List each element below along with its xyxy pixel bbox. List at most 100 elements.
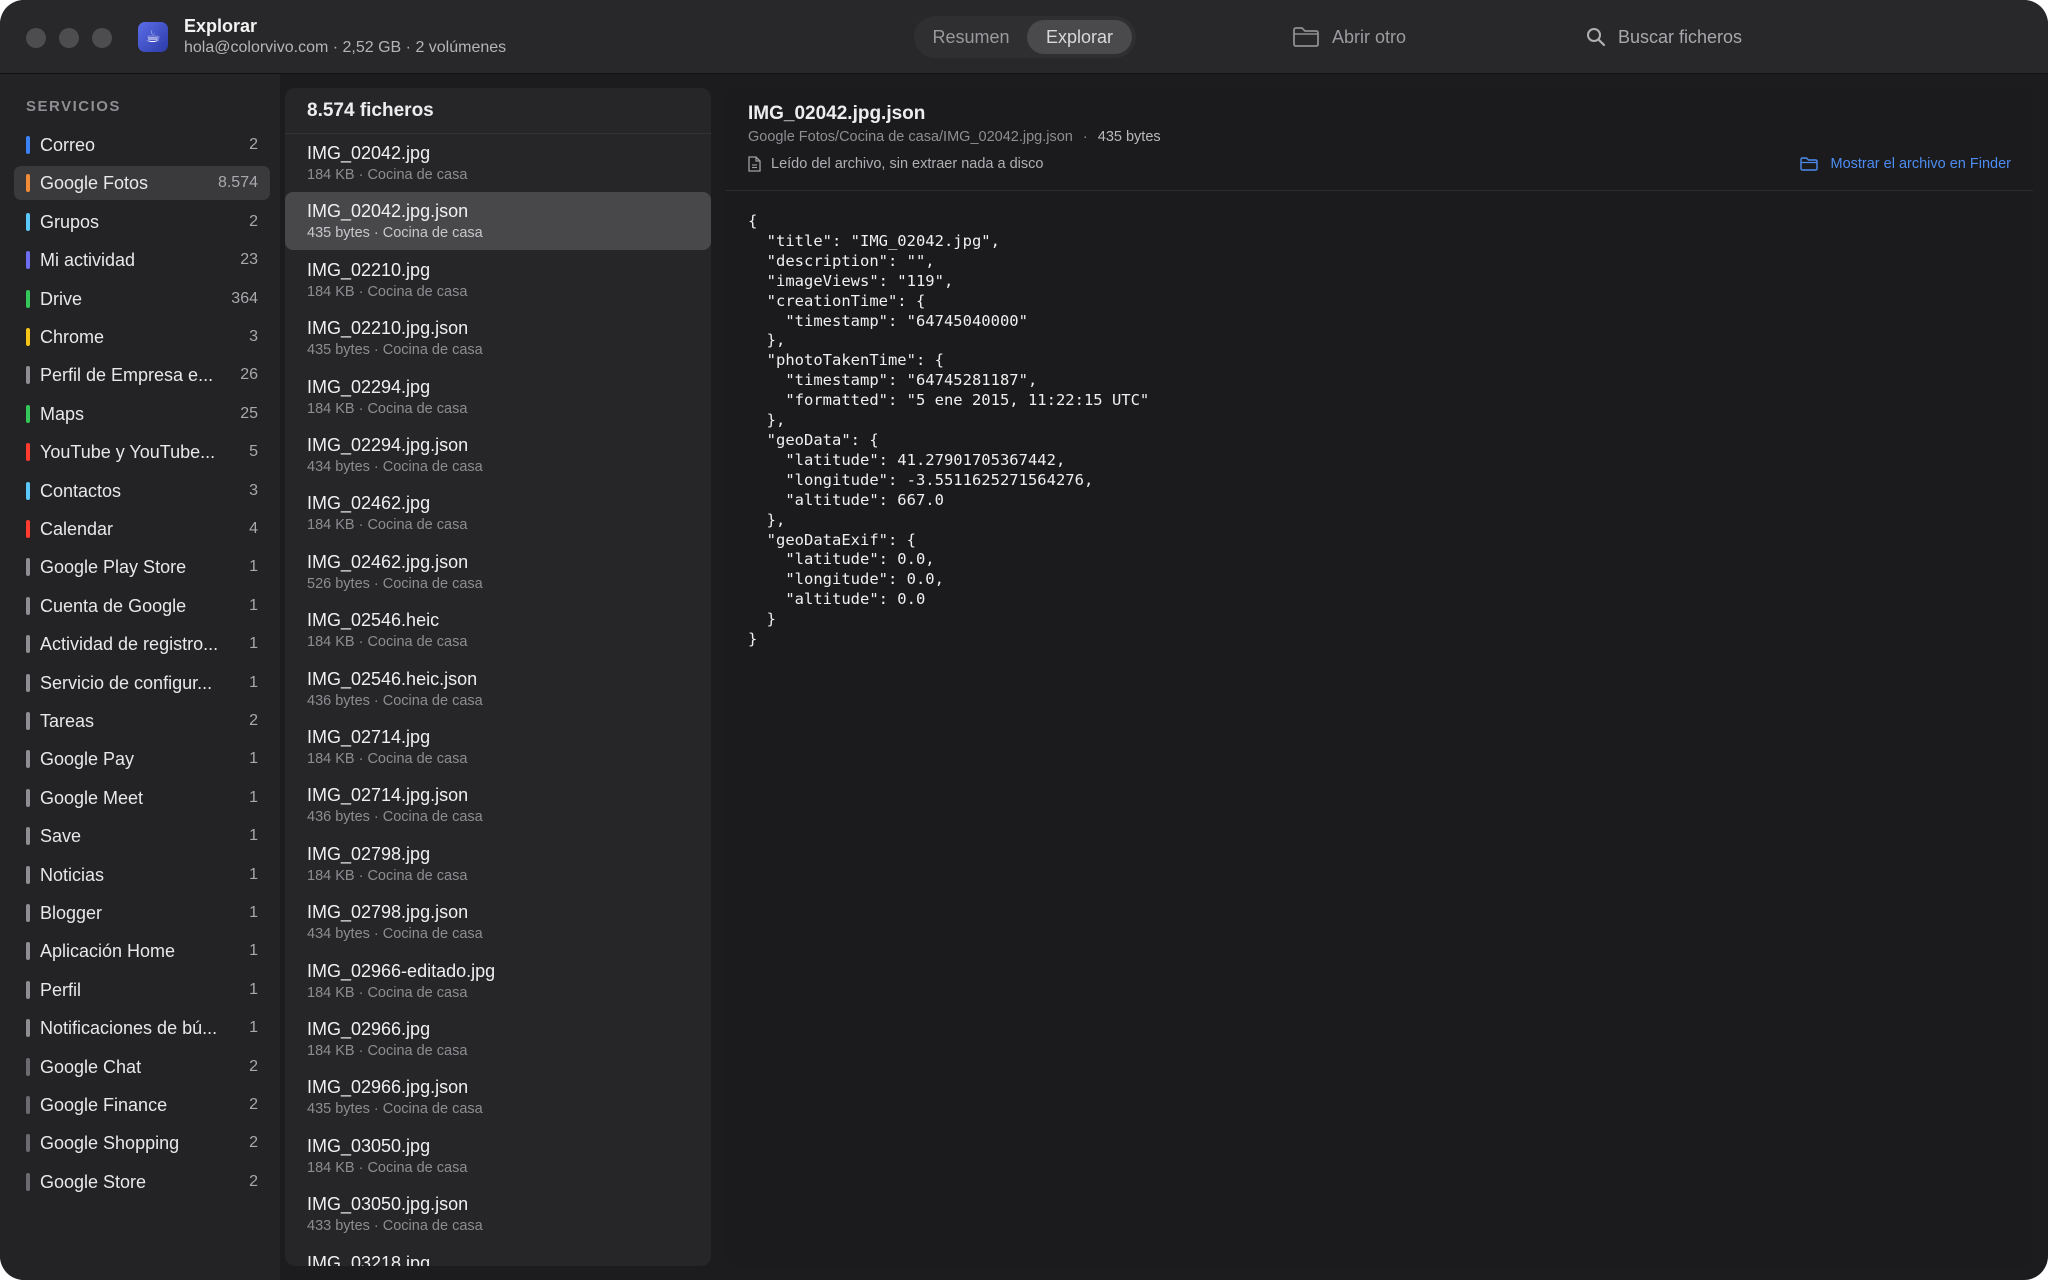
- close-window-button[interactable]: [26, 28, 46, 48]
- sidebar-item[interactable]: Tareas 2: [14, 704, 270, 738]
- sidebar-item-label: Chrome: [40, 327, 105, 347]
- file-row[interactable]: IMG_02966.jpg.json 435 bytes · Cocina de …: [285, 1068, 711, 1126]
- sidebar-item-label: Calendar: [40, 519, 114, 539]
- file-meta: 433 bytes · Cocina de casa: [307, 1218, 483, 1235]
- file-meta: 184 KB · Cocina de casa: [307, 1159, 468, 1176]
- sidebar-item[interactable]: Notificaciones de bú... 1: [14, 1011, 270, 1045]
- file-row[interactable]: IMG_02546.heic.json 436 bytes · Cocina de…: [285, 660, 711, 718]
- sidebar-item[interactable]: Mi actividad 23: [14, 243, 270, 277]
- file-meta: 184 KB · Cocina de casa: [307, 984, 468, 1001]
- sidebar: SERVICIOS Correo 2 Google Fotos 8.574 Grupos…: [0, 74, 280, 1280]
- sidebar-item-count: 1: [249, 904, 258, 921]
- sidebar-item-label: Contactos: [40, 480, 122, 501]
- file-row[interactable]: IMG_02042.jpg.json 435 bytes · Cocina de …: [285, 192, 711, 251]
- detail-note: Leído del archivo, sin extraer nada a di…: [748, 156, 1043, 172]
- sidebar-item-count: 25: [240, 404, 258, 422]
- sidebar-item[interactable]: Google Finance 2: [14, 1088, 270, 1122]
- sidebar-item[interactable]: Google Chat 2: [14, 1050, 270, 1084]
- sidebar-item[interactable]: YouTube y YouTube... 5: [14, 435, 270, 469]
- view-segmented-control: Resumen Explorar: [914, 16, 1136, 58]
- sidebar-item[interactable]: Google Store 2: [14, 1165, 270, 1199]
- sidebar-item[interactable]: Blogger 1: [14, 896, 270, 930]
- sidebar-item[interactable]: Save 1: [14, 819, 270, 853]
- service-color-indicator: [26, 174, 30, 193]
- service-color-indicator: [26, 404, 30, 423]
- sidebar-item-count: 8.574: [217, 174, 258, 192]
- file-meta: 184 KB · Cocina de casa: [307, 1043, 468, 1059]
- file-row[interactable]: IMG_02798.jpg 184 KB · Cocina de casa: [285, 835, 711, 893]
- json-content[interactable]: { "title": "IMG_02042.jpg", "description…: [748, 212, 2008, 650]
- sidebar-item-count: 1: [249, 750, 258, 768]
- file-row[interactable]: IMG_02294.jpg 184 KB · Cocina de casa: [285, 368, 711, 426]
- file-row[interactable]: IMG_02294.jpg.json 434 bytes · Cocina de …: [285, 426, 711, 484]
- sidebar-item[interactable]: Maps 25: [14, 397, 270, 431]
- sidebar-item[interactable]: Grupos 2: [14, 205, 270, 239]
- sidebar-item[interactable]: Perfil 1: [14, 973, 270, 1007]
- file-meta: 184 KB · Cocina de casa: [307, 517, 468, 534]
- file-row[interactable]: IMG_03050.jpg.json 433 bytes · Cocina de …: [285, 1185, 711, 1243]
- sidebar-item[interactable]: Correo 2: [14, 128, 270, 162]
- sidebar-item[interactable]: Google Fotos 8.574: [14, 166, 270, 201]
- file-row[interactable]: IMG_02546.heic 184 KB · Cocina de casa: [285, 601, 711, 659]
- service-color-indicator: [26, 635, 30, 654]
- sidebar-item[interactable]: Chrome 3: [14, 320, 270, 354]
- minimize-window-button[interactable]: [59, 28, 79, 48]
- sidebar-item-count: 3: [249, 328, 258, 345]
- sidebar-item[interactable]: Calendar 4: [14, 512, 270, 546]
- show-in-finder-link[interactable]: Mostrar el archivo en Finder: [1800, 156, 2011, 172]
- file-row[interactable]: IMG_02210.jpg 184 KB · Cocina de casa: [285, 251, 711, 309]
- sidebar-item-count: 2: [249, 1057, 258, 1075]
- segment-explorar[interactable]: Explorar: [1027, 20, 1132, 54]
- file-row[interactable]: IMG_02966-editado.jpg 184 KB · Cocina de …: [285, 952, 711, 1010]
- zoom-window-button[interactable]: [92, 28, 112, 48]
- search-field[interactable]: Buscar ficheros: [1586, 20, 1742, 54]
- sidebar-item[interactable]: Drive 364: [14, 282, 270, 316]
- sidebar-item[interactable]: Google Shopping 2: [14, 1126, 270, 1160]
- file-name: IMG_02210.jpg.json: [307, 318, 469, 339]
- file-meta: 184 KB · Cocina de casa: [307, 634, 468, 651]
- sidebar-item-label: Servicio de configur...: [40, 672, 213, 693]
- service-color-indicator: [26, 788, 30, 807]
- sidebar-item[interactable]: Google Play Store 1: [14, 550, 270, 584]
- file-list[interactable]: 8.574 ficheros IMG_02042.jpg 184 KB · Coc…: [285, 88, 711, 1266]
- sidebar-item[interactable]: Cuenta de Google 1: [14, 589, 270, 623]
- file-row[interactable]: IMG_03218.jpg: [285, 1244, 711, 1266]
- file-row[interactable]: IMG_02714.jpg.json 436 bytes · Cocina de …: [285, 776, 711, 834]
- file-name: IMG_02714.jpg: [307, 727, 431, 747]
- sidebar-item-count: 1: [249, 596, 258, 614]
- sidebar-item-label: Google Fotos: [40, 173, 149, 194]
- file-row[interactable]: IMG_02042.jpg 184 KB · Cocina de casa: [285, 134, 711, 192]
- sidebar-item-count: 1: [249, 673, 258, 691]
- sidebar-item-label: Google Shopping: [40, 1133, 180, 1154]
- file-row[interactable]: IMG_02714.jpg 184 KB · Cocina de casa: [285, 718, 711, 776]
- file-name: IMG_02042.jpg: [307, 143, 431, 163]
- file-row[interactable]: IMG_02462.jpg.json 526 bytes · Cocina de …: [285, 543, 711, 601]
- file-name: IMG_02966.jpg: [307, 1019, 431, 1039]
- service-color-indicator: [26, 1172, 30, 1191]
- file-row[interactable]: IMG_02462.jpg 184 KB · Cocina de casa: [285, 484, 711, 542]
- sidebar-item-count: 1: [249, 1019, 258, 1037]
- service-color-indicator: [26, 673, 30, 692]
- file-name: IMG_03050.jpg.json: [307, 1194, 469, 1215]
- sidebar-item[interactable]: Perfil de Empresa e... 26: [14, 358, 270, 392]
- sidebar-item[interactable]: Actividad de registro... 1: [14, 627, 270, 661]
- sidebar-item-label: Google Pay: [40, 749, 135, 770]
- sidebar-item[interactable]: Google Pay 1: [14, 742, 270, 776]
- sidebar-item[interactable]: Aplicación Home 1: [14, 934, 270, 968]
- file-row[interactable]: IMG_02798.jpg.json 434 bytes · Cocina de …: [285, 893, 711, 951]
- sidebar-item-count: 1: [249, 635, 258, 653]
- file-row[interactable]: IMG_02210.jpg.json 435 bytes · Cocina de …: [285, 309, 711, 367]
- sidebar-item[interactable]: Contactos 3: [14, 474, 270, 508]
- sidebar-item[interactable]: Noticias 1: [14, 858, 270, 892]
- sidebar-item-label: Mi actividad: [40, 250, 136, 271]
- sidebar-item-count: 1: [249, 865, 258, 883]
- file-row[interactable]: IMG_02966.jpg 184 KB · Cocina de casa: [285, 1010, 711, 1068]
- open-other-button[interactable]: Abrir otro: [1292, 20, 1406, 54]
- detail-path: Google Fotos/Cocina de casa/IMG_02042.jp…: [748, 129, 1073, 145]
- sidebar-item[interactable]: Google Meet 1: [14, 781, 270, 815]
- file-meta: 526 bytes · Cocina de casa: [307, 575, 483, 592]
- sidebar-item[interactable]: Servicio de configur... 1: [14, 666, 270, 700]
- file-row[interactable]: IMG_03050.jpg 184 KB · Cocina de casa: [285, 1127, 711, 1185]
- service-color-indicator: [26, 596, 30, 615]
- segment-resumen[interactable]: Resumen: [918, 20, 1024, 54]
